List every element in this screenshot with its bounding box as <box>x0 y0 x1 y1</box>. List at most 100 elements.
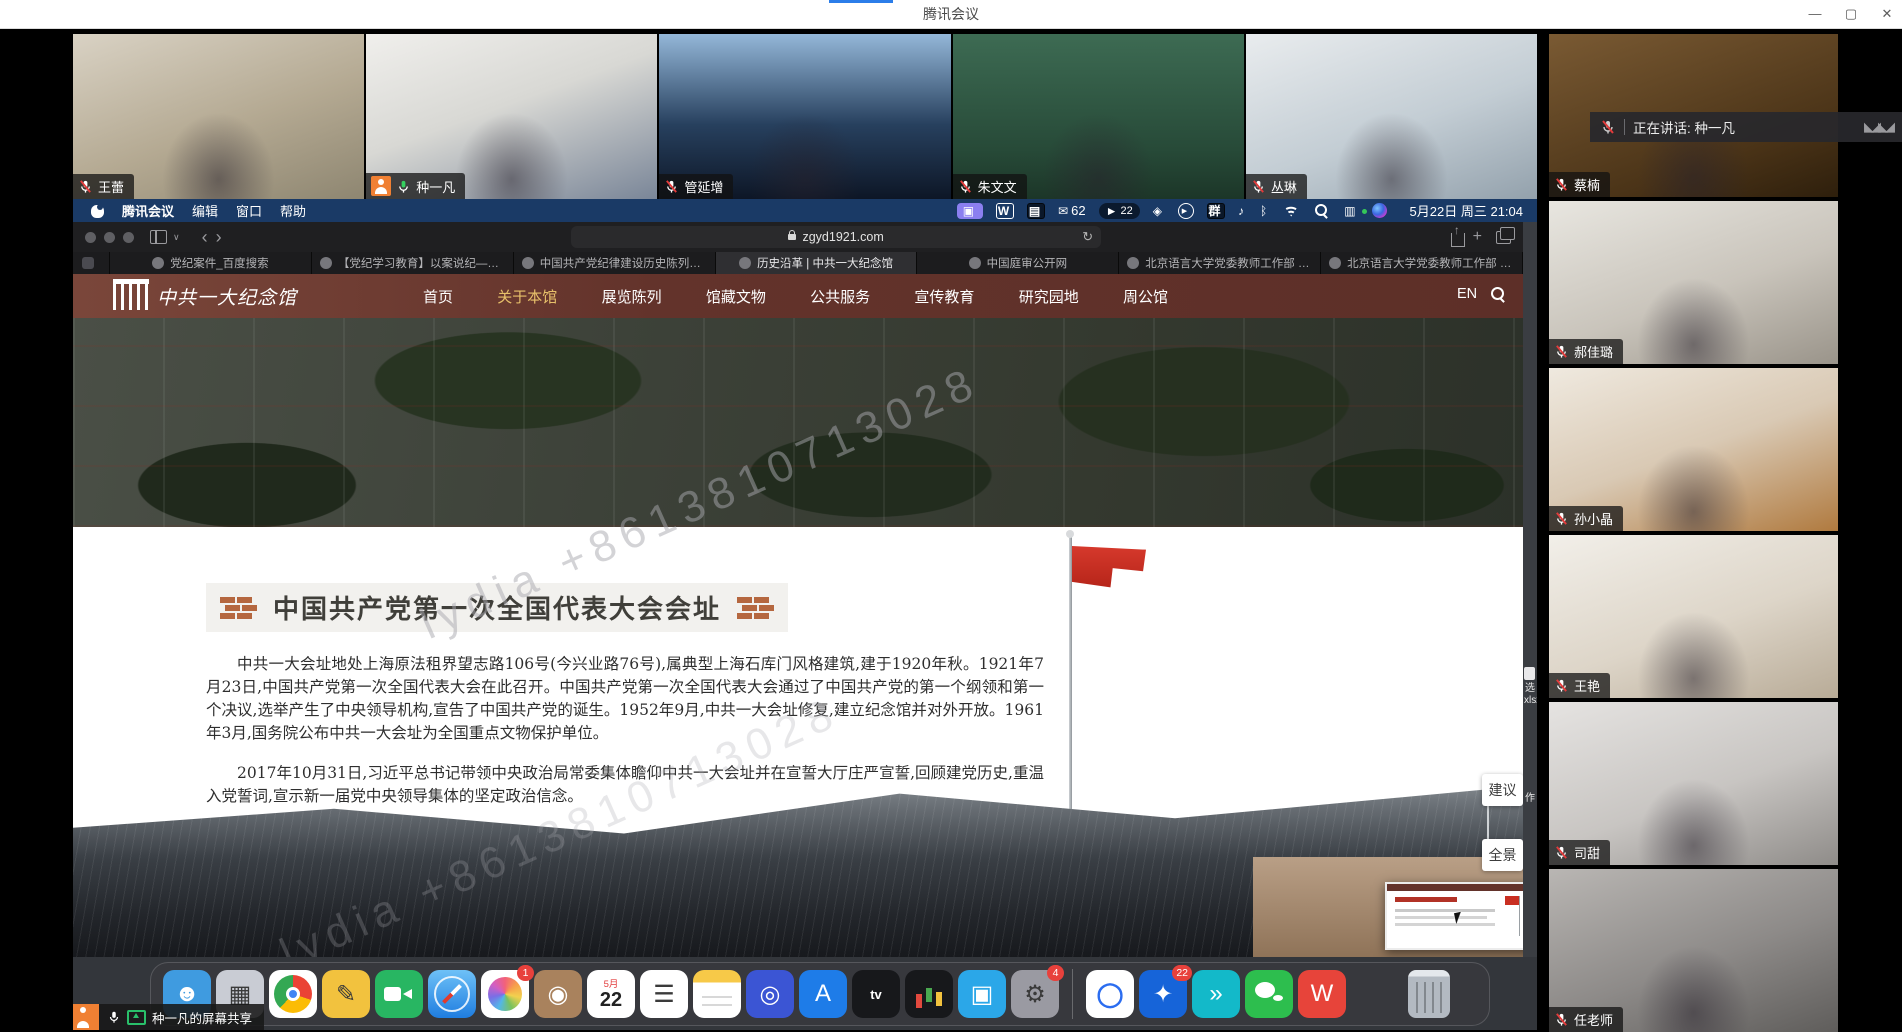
menubar-menu[interactable]: 帮助 <box>280 201 306 220</box>
spotlight-icon[interactable] <box>1315 204 1331 217</box>
screen-share-bar[interactable]: 种一凡的屏幕共享 <box>73 1004 264 1030</box>
language-toggle[interactable]: EN <box>1457 286 1477 302</box>
chevron-down-icon[interactable]: ∨ <box>173 232 180 243</box>
close-button[interactable]: ✕ <box>1870 0 1902 28</box>
safari-icon[interactable] <box>428 970 476 1018</box>
favicon <box>1127 257 1139 269</box>
menubar-clock[interactable]: 5月22日 周三 21:04 <box>1410 201 1523 220</box>
panorama-button[interactable]: 全景 <box>1482 839 1523 871</box>
suggestion-button[interactable]: 建议 <box>1482 774 1523 806</box>
participant-tile[interactable]: 郝佳璐 <box>1549 201 1838 364</box>
participant-tile[interactable]: 种一凡 <box>366 34 657 199</box>
wps-icon[interactable]: W <box>1298 970 1346 1018</box>
location-icon[interactable]: ► 22 <box>1099 203 1140 219</box>
new-tab-button[interactable]: + <box>1473 229 1482 245</box>
participant-tile[interactable]: 王艳 <box>1549 535 1838 698</box>
mic-off-icon <box>1554 1012 1569 1027</box>
browser-tab[interactable]: 中国庭审公开网 <box>917 252 1119 274</box>
mic-icon <box>107 1010 121 1024</box>
wifi-icon[interactable] <box>1283 205 1302 217</box>
maximize-button[interactable]: ▢ <box>1834 0 1868 28</box>
tab-overview-icon[interactable] <box>1496 231 1511 244</box>
participant-name: 孙小晶 <box>1574 509 1613 528</box>
screen-mirroring-icon[interactable]: ▣ <box>957 203 983 219</box>
forward-button[interactable]: › <box>216 228 222 246</box>
input-source-icon[interactable]: ▤ <box>1027 203 1045 219</box>
share-nodes-icon[interactable]: ◈ <box>1153 204 1165 218</box>
video-call-app-icon[interactable] <box>375 970 423 1018</box>
apple-menu-icon[interactable] <box>91 203 104 218</box>
zoom-traffic-light[interactable] <box>123 232 134 243</box>
pencil-app-icon[interactable]: ✎ <box>322 970 370 1018</box>
stocks-icon[interactable] <box>905 970 953 1018</box>
browser-tab[interactable]: 北京语言大学党委教师工作部 警示案例... <box>1321 252 1523 274</box>
play-circle-icon[interactable]: ▶ <box>1178 203 1194 219</box>
desktop-file-icon[interactable] <box>1524 667 1535 680</box>
reminders-icon[interactable]: ☰ <box>640 970 688 1018</box>
participant-tile[interactable]: 司甜 <box>1549 702 1838 865</box>
search-icon[interactable] <box>1491 287 1504 300</box>
browser-tab[interactable] <box>73 252 110 274</box>
menubar-menu[interactable]: 编辑 <box>192 201 218 220</box>
lark-icon[interactable]: ✦ 22 <box>1139 970 1187 1018</box>
participant-tile[interactable]: 朱文文 <box>953 34 1244 199</box>
site-nav-item[interactable]: 首页 <box>423 286 453 307</box>
site-logo[interactable]: 中共一大纪念馆 <box>113 279 297 310</box>
brown-app-icon[interactable]: ◉ <box>534 970 582 1018</box>
settings-icon[interactable]: ⚙ 4 <box>1011 970 1059 1018</box>
reload-icon[interactable]: ↻ <box>1082 229 1093 245</box>
site-nav-item[interactable]: 馆藏文物 <box>706 286 766 307</box>
participant-tile[interactable]: 管延增 <box>659 34 950 199</box>
desktop-file-label[interactable]: 选 <box>1525 683 1535 694</box>
close-traffic-light[interactable] <box>85 232 96 243</box>
share-icon[interactable] <box>1451 233 1465 247</box>
chrome-icon[interactable] <box>269 970 317 1018</box>
desktop-file-label[interactable]: xlsx <box>1524 695 1537 706</box>
participant-tile[interactable]: 孙小晶 <box>1549 368 1838 531</box>
trash-icon[interactable] <box>1408 970 1450 1018</box>
menubar-menu[interactable]: 窗口 <box>236 201 262 220</box>
swirl-app-icon[interactable]: ◎ <box>746 970 794 1018</box>
menubar-menu[interactable]: 腾讯会议 <box>122 201 174 220</box>
site-nav-item[interactable]: 展览陈列 <box>602 286 662 307</box>
participant-tile[interactable]: 王蕾 <box>73 34 364 199</box>
wps-status-icon[interactable]: W <box>996 203 1014 219</box>
minimize-button[interactable]: — <box>1798 0 1832 28</box>
site-nav-item[interactable]: 周公馆 <box>1123 286 1168 307</box>
siri-icon[interactable] <box>1372 203 1390 218</box>
bluetooth-icon[interactable]: ᛒ <box>1260 204 1270 218</box>
sidebar-toggle-icon[interactable] <box>150 230 167 244</box>
address-bar[interactable]: zgyd1921.com ↻ <box>571 226 1101 248</box>
calendar-icon[interactable]: 5月 22 <box>587 970 635 1018</box>
browser-tab[interactable]: 【党纪学习教育】以案说纪—违反“六大纪... <box>312 252 514 274</box>
qq-group-icon[interactable]: 群 <box>1207 203 1225 219</box>
browser-tab[interactable]: 北京语言大学党委教师工作部 警示案例 <box>1119 252 1321 274</box>
participant-tile[interactable]: 任老师 <box>1549 869 1838 1032</box>
site-nav-item[interactable]: 研究园地 <box>1019 286 1079 307</box>
notes-icon[interactable] <box>693 970 741 1018</box>
wechat-icon[interactable] <box>1245 970 1293 1018</box>
browser-tab[interactable]: 中国共产党纪律建设历史陈列数字展馆 <box>514 252 716 274</box>
app-store-icon[interactable]: A <box>799 970 847 1018</box>
minimize-traffic-light[interactable] <box>104 232 115 243</box>
browser-tab[interactable]: 党纪案件_百度搜索 <box>110 252 312 274</box>
docs-app-icon[interactable]: ◯ <box>1086 970 1134 1018</box>
browser-tab[interactable]: 历史沿革 | 中共一大纪念馆 <box>716 252 918 274</box>
volume-icon[interactable]: ♪ <box>1238 204 1247 218</box>
share-preview-thumbnail[interactable] <box>1385 882 1523 950</box>
site-nav-item[interactable]: 宣传教育 <box>914 286 974 307</box>
fast-user-switch-icon[interactable]: ▥ <box>1344 204 1358 218</box>
apple-tv-icon[interactable]: tv <box>852 970 900 1018</box>
teal-app-icon[interactable]: » <box>1192 970 1240 1018</box>
photos-icon[interactable]: 1 <box>481 970 529 1018</box>
site-nav-item[interactable]: 公共服务 <box>810 286 870 307</box>
mic-off-icon <box>1554 511 1569 526</box>
macos-dock: ☻ ▦ ✎ <box>150 962 1490 1026</box>
wechat-status-icon[interactable]: ✉ 62 <box>1058 203 1086 218</box>
desktop-file-label[interactable]: 作 <box>1525 793 1535 804</box>
podium-app-icon[interactable]: ▣ <box>958 970 1006 1018</box>
site-nav-item[interactable]: 关于本馆 <box>497 286 557 307</box>
back-button[interactable]: ‹ <box>202 228 208 246</box>
participant-tile[interactable]: 丛琳 <box>1246 34 1537 199</box>
favicon <box>739 257 751 269</box>
